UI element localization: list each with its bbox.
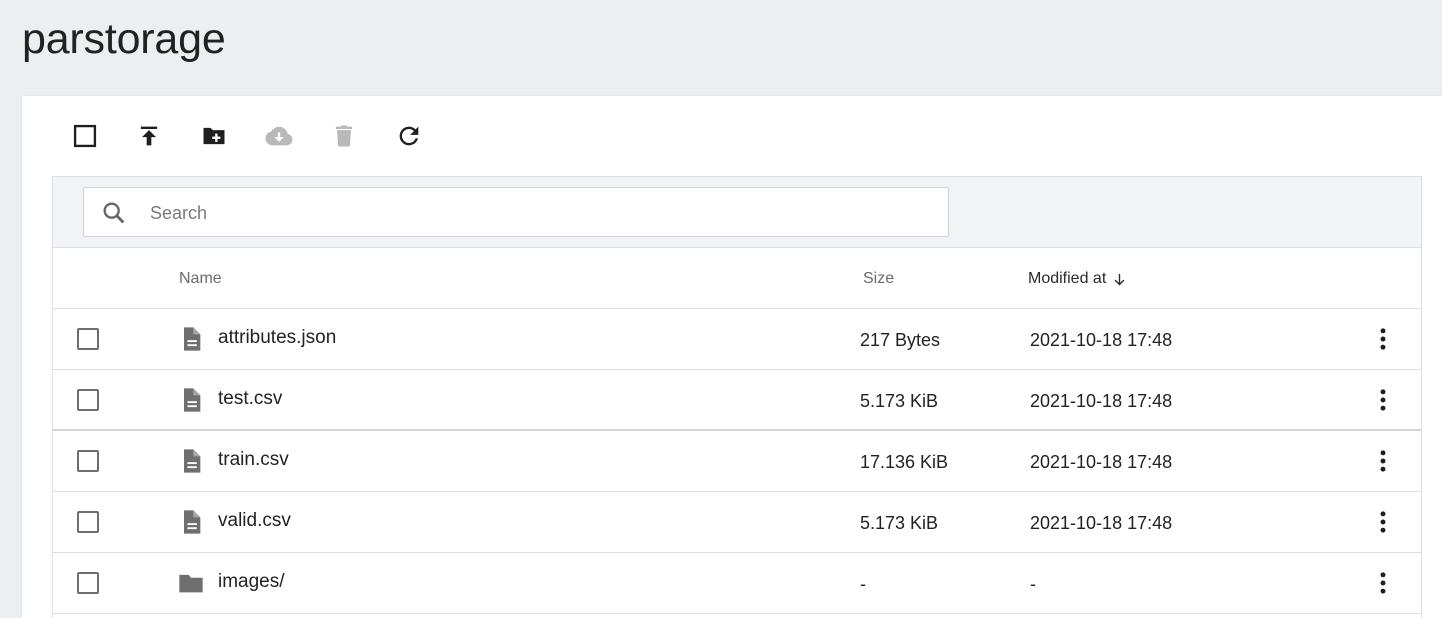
column-header-modified-label: Modified at — [1028, 270, 1107, 287]
table-row[interactable]: train.csv 17.136 KiB 2021-10-18 17:48 — [53, 431, 1421, 492]
table-row[interactable]: attributes.json 217 Bytes 2021-10-18 17:… — [53, 309, 1421, 370]
upload-button[interactable] — [131, 118, 167, 154]
checkbox-outline-icon — [73, 124, 97, 148]
file-size: 17.136 KiB — [860, 452, 949, 472]
file-list: attributes.json 217 Bytes 2021-10-18 17:… — [53, 309, 1421, 614]
row-checkbox[interactable] — [77, 389, 99, 411]
more-vertical-icon[interactable] — [1369, 508, 1397, 536]
column-header-modified[interactable]: Modified at — [1028, 270, 1127, 288]
more-vertical-icon[interactable] — [1369, 569, 1397, 597]
file-size: - — [860, 574, 866, 594]
row-checkbox[interactable] — [77, 450, 99, 472]
file-size: 217 Bytes — [860, 330, 941, 350]
download-button[interactable] — [261, 118, 297, 154]
more-vertical-icon[interactable] — [1369, 447, 1397, 475]
column-header-name[interactable]: Name — [179, 270, 222, 288]
file-list-panel: Name Size Modified at attributes.json — [52, 176, 1422, 618]
search-icon — [103, 202, 125, 224]
delete-icon — [335, 125, 353, 147]
file-name[interactable]: valid.csv — [218, 510, 291, 532]
table-row[interactable]: test.csv 5.173 KiB 2021-10-18 17:48 — [53, 370, 1421, 431]
folder-icon — [179, 574, 203, 593]
search-input[interactable] — [148, 188, 932, 238]
file-modified: 2021-10-18 17:48 — [1030, 330, 1173, 350]
row-checkbox[interactable] — [77, 572, 99, 594]
file-name[interactable]: attributes.json — [218, 327, 336, 349]
upload-icon — [140, 126, 158, 146]
file-modified: - — [1030, 574, 1036, 594]
row-checkbox[interactable] — [77, 328, 99, 350]
file-modified: 2021-10-18 17:48 — [1030, 391, 1173, 411]
file-browser-card: Name Size Modified at attributes.json — [22, 96, 1442, 618]
table-row[interactable]: images/ - - — [53, 553, 1421, 614]
table-header: Name Size Modified at — [53, 248, 1421, 309]
page-title: parstorage — [22, 15, 226, 63]
folder-name[interactable]: images/ — [218, 571, 285, 593]
row-checkbox[interactable] — [77, 511, 99, 533]
file-size: 5.173 KiB — [860, 513, 939, 533]
more-vertical-icon[interactable] — [1369, 325, 1397, 353]
delete-button[interactable] — [326, 118, 362, 154]
search-box — [83, 187, 949, 238]
refresh-button[interactable] — [391, 118, 427, 154]
file-name[interactable]: test.csv — [218, 388, 282, 410]
file-name[interactable]: train.csv — [218, 449, 289, 471]
table-row[interactable]: valid.csv 5.173 KiB 2021-10-18 17:48 — [53, 492, 1421, 553]
download-cloud-icon — [265, 126, 293, 146]
create-folder-icon — [203, 127, 225, 145]
sort-descending-arrow-icon — [1114, 273, 1125, 285]
toolbar — [22, 96, 1442, 176]
file-document-icon — [184, 327, 201, 351]
file-size: 5.173 KiB — [860, 391, 939, 411]
file-document-icon — [184, 388, 201, 412]
create-folder-button[interactable] — [196, 118, 232, 154]
file-document-icon — [184, 510, 201, 534]
file-modified: 2021-10-18 17:48 — [1030, 452, 1173, 472]
refresh-icon — [399, 126, 419, 146]
more-vertical-icon[interactable] — [1369, 386, 1397, 414]
select-all-button[interactable] — [67, 118, 103, 154]
file-document-icon — [184, 449, 201, 473]
file-modified: 2021-10-18 17:48 — [1030, 513, 1173, 533]
search-bar — [53, 177, 1421, 248]
column-header-size[interactable]: Size — [863, 270, 894, 288]
